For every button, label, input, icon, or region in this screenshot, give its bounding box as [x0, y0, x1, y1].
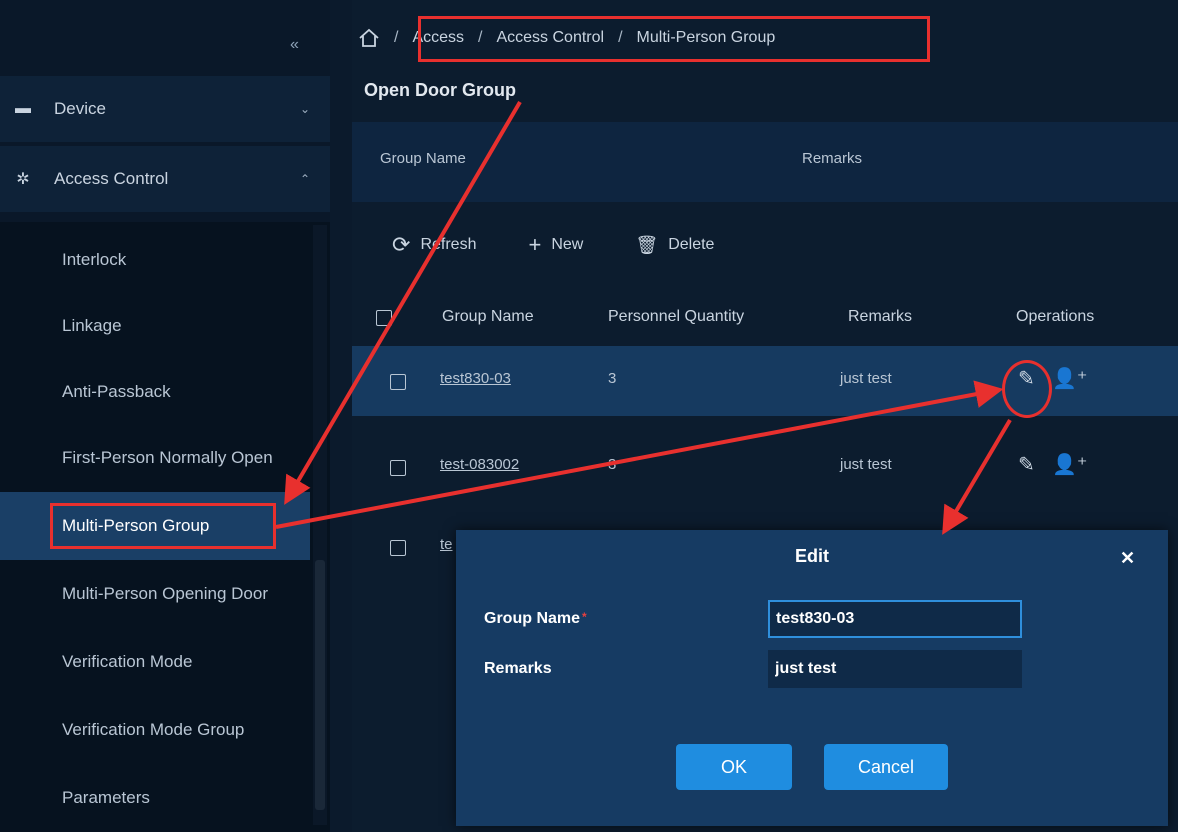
annotation-circle-edit: [1002, 360, 1052, 418]
column-header-personnel-quantity[interactable]: Personnel Quantity: [608, 308, 744, 326]
select-all-checkbox[interactable]: [376, 310, 392, 326]
search-bar: Group Name Remarks: [352, 122, 1178, 202]
sidebar-item-first-person-normally-open[interactable]: First-Person Normally Open: [0, 424, 310, 492]
chevron-up-icon: ⌃: [300, 172, 311, 186]
delete-button[interactable]: 🗑 Delete: [635, 235, 714, 256]
refresh-label: Refresh: [420, 236, 477, 253]
group-name-label-text: Group Name: [484, 610, 581, 627]
breadcrumb-separator: /: [394, 29, 399, 46]
trash-icon: 🗑: [635, 234, 659, 255]
edit-icon[interactable]: ✎: [1018, 452, 1035, 477]
search-label-group-name: Group Name: [380, 150, 466, 167]
personnel-quantity: 3: [608, 456, 617, 473]
refresh-icon: ⟳: [392, 232, 411, 257]
sidebar: « ▬ Device ⌄ ✲ Access Control ⌃ Interloc…: [0, 0, 330, 832]
column-header-group-name[interactable]: Group Name: [442, 308, 534, 326]
page-title: Open Door Group: [364, 80, 516, 100]
remarks-cell: just test: [840, 456, 892, 473]
remarks-field[interactable]: [768, 650, 1022, 688]
table-row[interactable]: test-083002 3 just test ✎ 👤⁺: [352, 432, 1178, 502]
menu-group-label: Device: [54, 99, 106, 118]
toolbar: ⟳ Refresh + New 🗑 Delete: [392, 232, 766, 258]
cancel-button[interactable]: Cancel: [824, 744, 948, 790]
personnel-quantity: 3: [608, 370, 617, 387]
sidebar-item-label: Verification Mode: [62, 652, 193, 671]
row-checkbox[interactable]: [390, 460, 406, 476]
add-person-icon[interactable]: 👤⁺: [1052, 366, 1087, 391]
dialog-header: Edit ✕: [456, 530, 1168, 582]
group-name-field[interactable]: [768, 600, 1022, 638]
sidebar-item-label: Anti-Passback: [62, 382, 171, 401]
sidebar-item-label: Multi-Person Opening Door: [62, 584, 268, 603]
required-mark: *: [582, 610, 587, 624]
sidebar-item-label: Linkage: [62, 316, 122, 335]
column-header-remarks[interactable]: Remarks: [848, 308, 912, 326]
table-row[interactable]: test830-03 3 just test ✎ 👤⁺: [352, 346, 1178, 416]
new-button[interactable]: + New: [528, 232, 583, 258]
sidebar-item-label: Parameters: [62, 788, 150, 807]
sidebar-item-parameters[interactable]: Parameters: [0, 764, 310, 832]
dialog-title: Edit: [795, 546, 829, 566]
plus-icon: +: [528, 232, 542, 257]
chevron-down-icon: ⌄: [300, 102, 311, 116]
annotation-box-breadcrumb: [418, 16, 930, 62]
row-checkbox[interactable]: [390, 374, 406, 390]
sidebar-item-label: Verification Mode Group: [62, 720, 245, 739]
remarks-label: Remarks: [484, 660, 552, 677]
sidebar-item-verification-mode-group[interactable]: Verification Mode Group: [0, 696, 310, 764]
group-name-link[interactable]: te: [440, 536, 453, 553]
group-name-link[interactable]: test830-03: [440, 370, 511, 387]
delete-label: Delete: [668, 236, 715, 253]
row-checkbox[interactable]: [390, 540, 406, 556]
sidebar-item-anti-passback[interactable]: Anti-Passback: [0, 358, 310, 426]
sidebar-item-label: First-Person Normally Open: [62, 448, 273, 467]
refresh-button[interactable]: ⟳ Refresh: [392, 232, 476, 258]
device-icon: ▬: [15, 100, 31, 117]
edit-dialog: Edit ✕ Group Name* Remarks OK Cancel: [456, 530, 1168, 826]
annotation-box-sidebar-item: [50, 503, 276, 549]
group-name-link[interactable]: test-083002: [440, 456, 519, 473]
menu-group-device[interactable]: ▬ Device ⌄: [0, 76, 330, 142]
sidebar-item-linkage[interactable]: Linkage: [0, 292, 310, 360]
sidebar-item-verification-mode[interactable]: Verification Mode: [0, 628, 310, 696]
double-chevron-left-icon[interactable]: «: [290, 36, 299, 54]
search-label-remarks: Remarks: [802, 150, 863, 167]
add-person-icon[interactable]: 👤⁺: [1052, 452, 1087, 477]
home-icon[interactable]: [358, 28, 380, 48]
group-name-label: Group Name *: [484, 610, 587, 628]
table-header: Group Name Personnel Quantity Remarks Op…: [352, 290, 1178, 346]
remarks-cell: just test: [840, 370, 892, 387]
menu-group-label: Access Control: [54, 169, 169, 188]
gear-icon: ✲: [16, 171, 30, 188]
close-icon[interactable]: ✕: [1120, 548, 1135, 569]
column-header-operations: Operations: [1016, 308, 1095, 325]
sidebar-scroll-thumb[interactable]: [315, 560, 325, 810]
new-label: New: [551, 236, 584, 253]
ok-button[interactable]: OK: [676, 744, 792, 790]
sidebar-item-multi-person-opening-door[interactable]: Multi-Person Opening Door: [0, 560, 310, 628]
menu-group-access-control[interactable]: ✲ Access Control ⌃: [0, 146, 330, 212]
sidebar-item-interlock[interactable]: Interlock: [0, 226, 310, 294]
sidebar-item-label: Interlock: [62, 250, 127, 269]
